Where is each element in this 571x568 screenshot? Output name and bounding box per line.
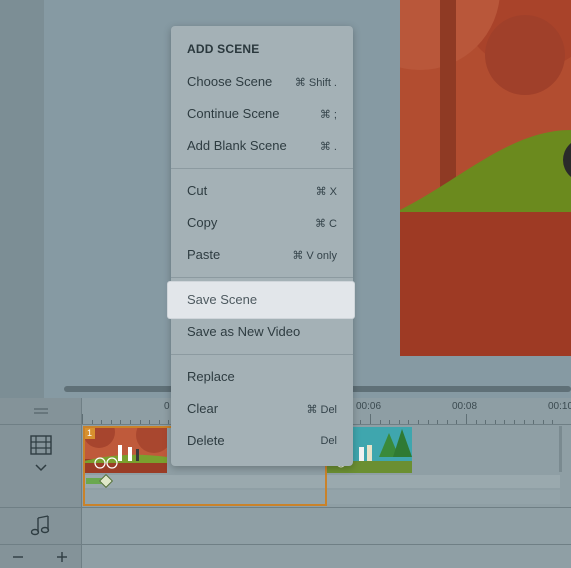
ruler-tick bbox=[533, 420, 535, 424]
drag-handle-icon bbox=[33, 408, 48, 414]
menu-item-cut[interactable]: Cut ⌘ X bbox=[171, 175, 353, 207]
menu-item-label: Copy bbox=[187, 215, 218, 230]
menu-divider bbox=[171, 277, 353, 278]
menu-item-clear[interactable]: Clear ⌘ Del bbox=[171, 393, 353, 425]
menu-item-shortcut: ⌘ X bbox=[315, 186, 337, 198]
ruler-tick bbox=[437, 420, 439, 424]
ruler-tick bbox=[158, 420, 160, 424]
menu-item-label: Save as New Video bbox=[187, 324, 301, 339]
scene-illustration bbox=[400, 0, 571, 356]
menu-item-shortcut: ⌘ . bbox=[319, 141, 337, 153]
ruler-tick bbox=[446, 420, 448, 424]
time-label: 00:10 bbox=[548, 401, 571, 412]
ruler-tick bbox=[504, 420, 506, 424]
ruler-tick bbox=[130, 420, 131, 424]
left-panel-strip bbox=[0, 0, 44, 398]
timeline-zoom-controls bbox=[0, 545, 81, 568]
menu-item-label: Cut bbox=[187, 183, 208, 198]
minus-icon[interactable] bbox=[10, 549, 26, 565]
menu-item-choose-scene[interactable]: Choose Scene ⌘ Shift . bbox=[171, 66, 353, 98]
ruler-tick bbox=[456, 420, 458, 424]
menu-header: ADD SCENE bbox=[187, 42, 260, 56]
ruler-tick bbox=[379, 420, 381, 424]
menu-item-paste[interactable]: Paste ⌘ V only bbox=[171, 239, 353, 271]
menu-item-add-blank-scene[interactable]: Add Blank Scene ⌘ . bbox=[171, 130, 353, 162]
ruler-tick bbox=[418, 420, 419, 424]
menu-item-shortcut: Del bbox=[320, 435, 337, 447]
ruler-tick bbox=[427, 420, 429, 424]
menu-item-label: Choose Scene bbox=[187, 74, 273, 89]
ruler-tick bbox=[408, 420, 410, 424]
time-label: 00:06 bbox=[356, 401, 382, 412]
ruler-tick bbox=[494, 420, 496, 424]
ruler-tick bbox=[139, 420, 141, 424]
ruler-tick bbox=[552, 420, 554, 424]
ruler-tick bbox=[389, 420, 391, 424]
menu-item-save-as-new-video[interactable]: Save as New Video bbox=[171, 316, 353, 348]
scene-preview[interactable] bbox=[400, 0, 571, 356]
ruler-tick bbox=[542, 420, 544, 424]
menu-item-shortcut: ⌘ ; bbox=[319, 109, 337, 121]
menu-item-label: Save Scene bbox=[187, 292, 258, 307]
film-strip-icon[interactable] bbox=[30, 435, 52, 455]
time-label: 0 bbox=[164, 401, 170, 412]
audio-track-header bbox=[0, 508, 81, 545]
menu-item-copy[interactable]: Copy ⌘ C bbox=[171, 207, 353, 239]
music-note-icon[interactable] bbox=[29, 514, 53, 538]
menu-item-label: Replace bbox=[187, 369, 235, 384]
ruler-tick bbox=[514, 420, 515, 424]
menu-item-label: Paste bbox=[187, 247, 221, 262]
context-menu: ADD SCENE Choose Scene ⌘ Shift . Continu… bbox=[171, 26, 353, 466]
ruler-tick bbox=[101, 420, 103, 424]
menu-item-delete[interactable]: Delete Del bbox=[171, 425, 353, 457]
menu-item-shortcut: ⌘ V only bbox=[292, 250, 337, 262]
menu-item-label: Clear bbox=[187, 401, 219, 416]
ruler-tick bbox=[485, 420, 487, 424]
plus-icon[interactable] bbox=[54, 549, 70, 565]
menu-item-label: Delete bbox=[187, 433, 225, 448]
timeline-drag-handle[interactable] bbox=[0, 398, 81, 425]
ruler-tick bbox=[466, 414, 467, 424]
ruler-tick bbox=[398, 420, 400, 424]
ruler-tick bbox=[91, 420, 93, 424]
ruler-tick bbox=[523, 420, 525, 424]
ruler-tick bbox=[149, 420, 151, 424]
menu-item-shortcut: ⌘ Del bbox=[306, 404, 337, 416]
menu-divider bbox=[171, 168, 353, 169]
ruler-tick bbox=[370, 414, 371, 424]
menu-item-continue-scene[interactable]: Continue Scene ⌘ ; bbox=[171, 98, 353, 130]
menu-item-label: Continue Scene bbox=[187, 106, 280, 121]
menu-item-label: Add Blank Scene bbox=[187, 138, 287, 153]
ruler-tick bbox=[110, 420, 112, 424]
ruler-tick bbox=[120, 420, 122, 424]
menu-divider bbox=[171, 354, 353, 355]
menu-item-shortcut: ⌘ Shift . bbox=[294, 77, 337, 89]
audio-track[interactable] bbox=[82, 508, 571, 545]
track-header-divider bbox=[81, 398, 82, 568]
ruler-tick bbox=[82, 414, 83, 424]
timeline-footer bbox=[82, 545, 571, 568]
menu-item-replace[interactable]: Replace bbox=[171, 361, 353, 393]
menu-item-shortcut: ⌘ C bbox=[315, 218, 337, 230]
ruler-tick bbox=[168, 420, 170, 424]
video-track-header bbox=[0, 425, 81, 508]
time-label: 00:08 bbox=[452, 401, 478, 412]
ruler-tick bbox=[475, 420, 477, 424]
ruler-tick bbox=[360, 420, 362, 424]
chevron-down-icon[interactable] bbox=[34, 463, 48, 473]
clip-end-handle[interactable] bbox=[559, 426, 562, 472]
